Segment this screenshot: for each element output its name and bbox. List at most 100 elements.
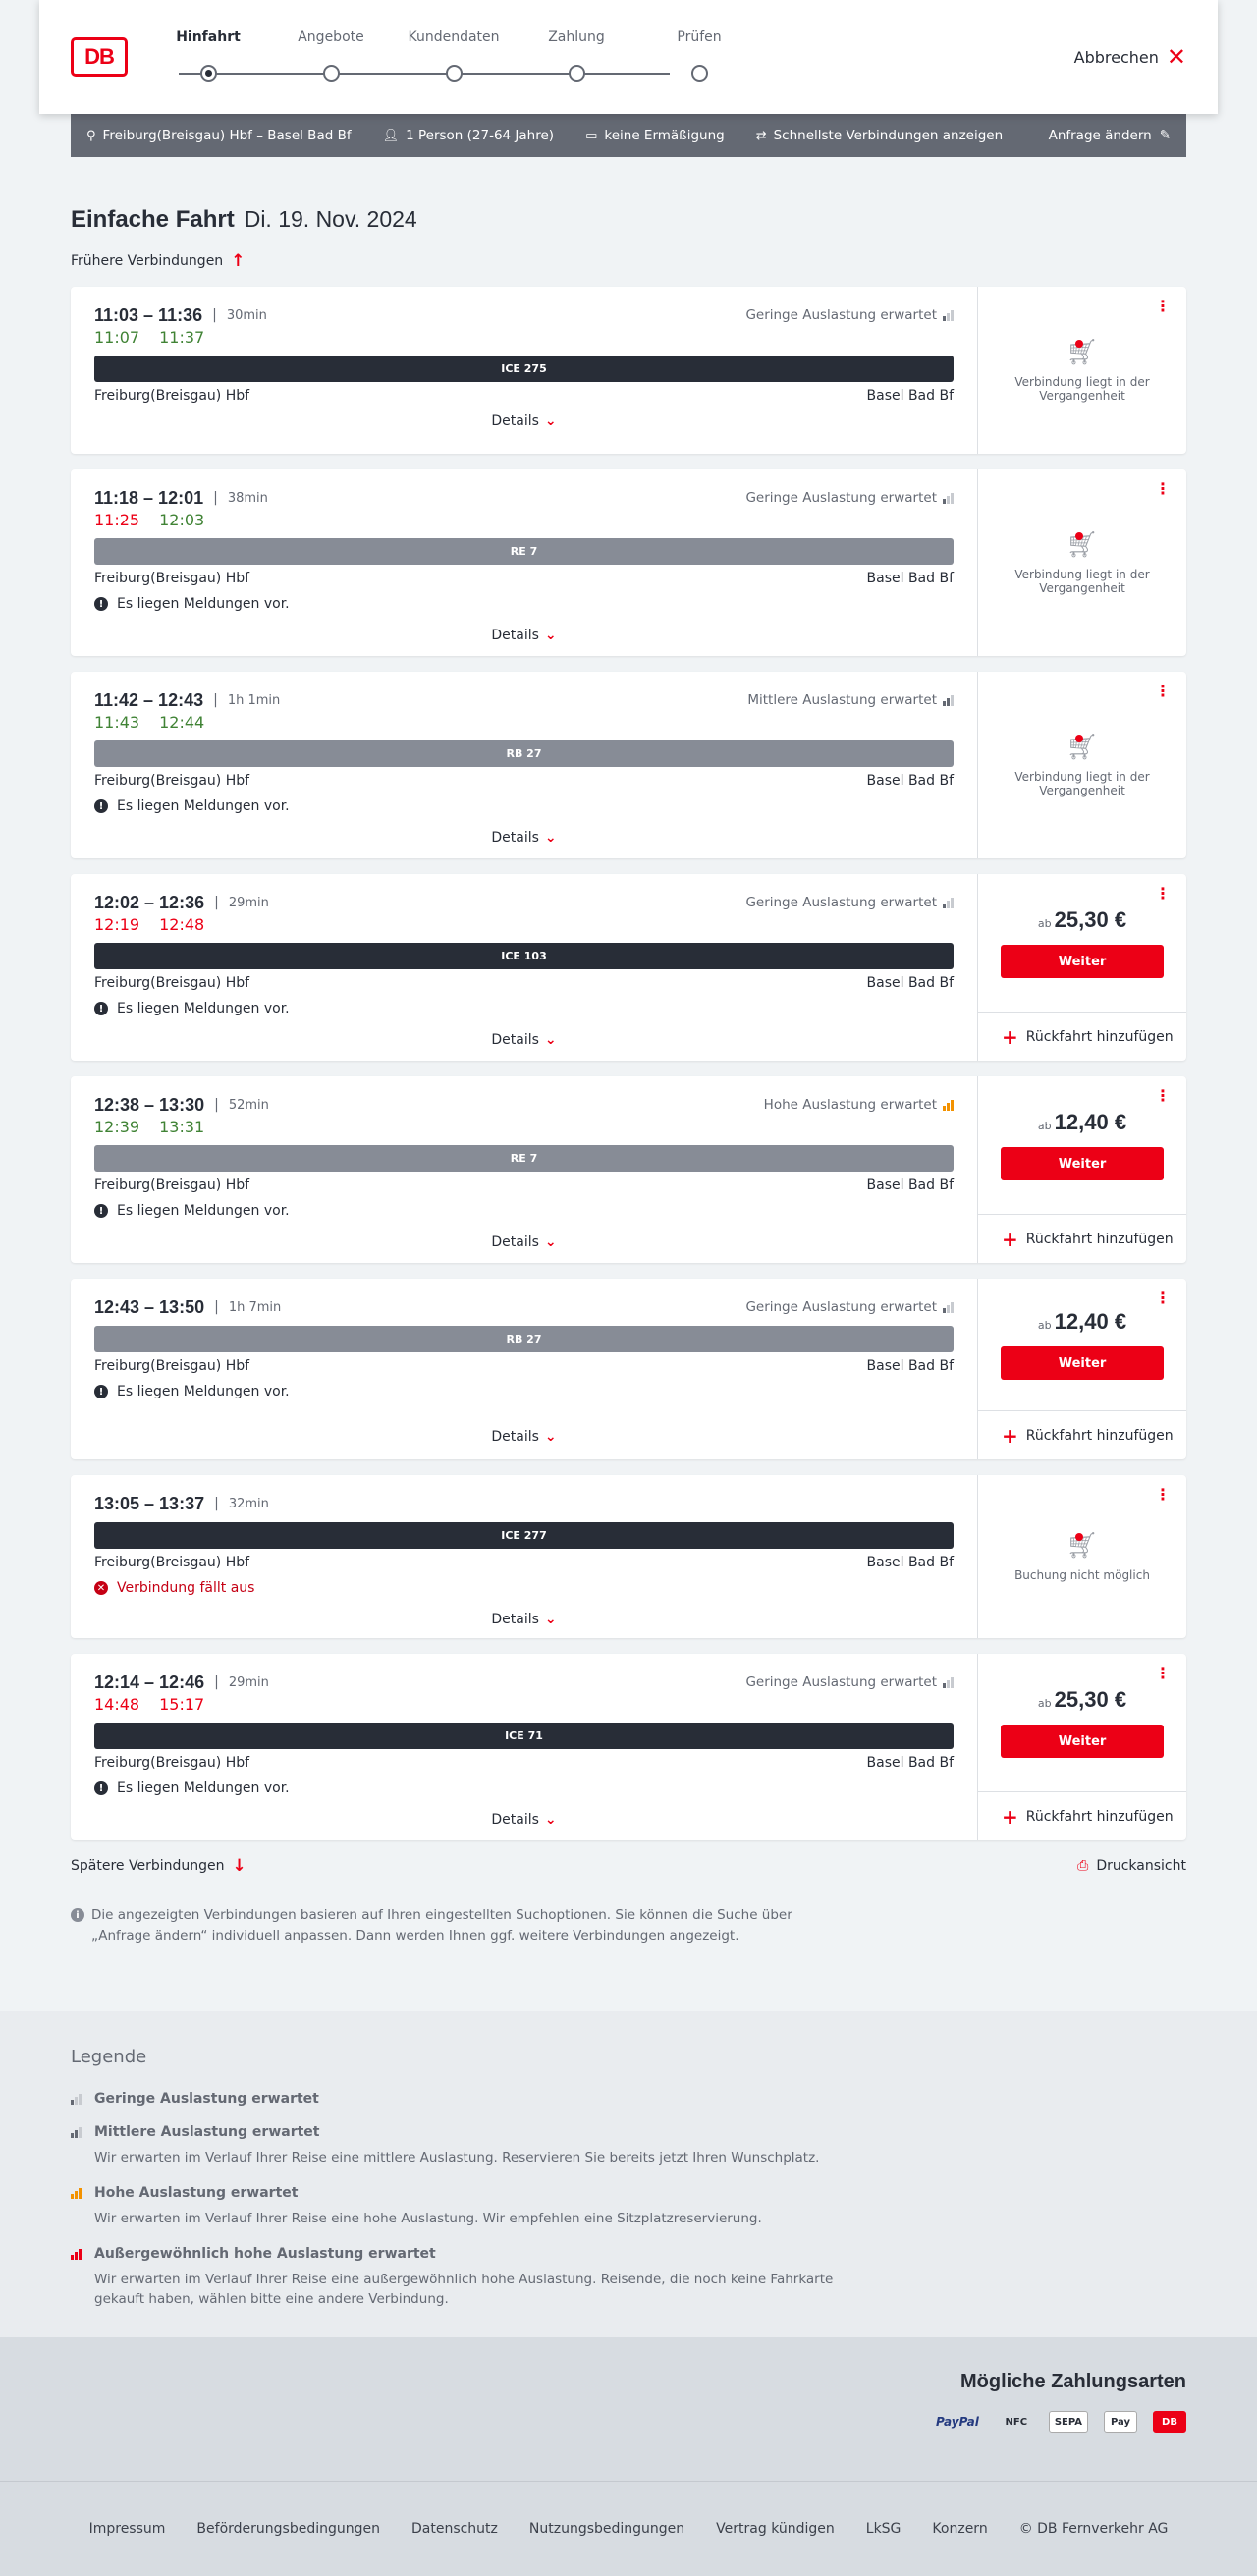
notice-message[interactable]: ! Es liegen Meldungen vor.	[94, 1203, 954, 1219]
more-options-icon[interactable]: ⋮	[1155, 1487, 1171, 1503]
more-options-icon[interactable]: ⋮	[1155, 886, 1171, 902]
notice-message[interactable]: ! Es liegen Meldungen vor.	[94, 596, 954, 612]
step-angebote[interactable]: Angebote	[282, 29, 380, 82]
footer-link-vertrag-kuendigen[interactable]: Vertrag kündigen	[716, 2521, 835, 2537]
train-bar[interactable]: ICE 275	[94, 356, 954, 382]
person-icon: 👤︎	[382, 128, 400, 143]
footer-link-nutzungsbedingungen[interactable]: Nutzungsbedingungen	[529, 2521, 684, 2537]
connection-side: ⋮ ab 12,40 € Weiter + Rückfahrt hinzufügen	[977, 1076, 1186, 1263]
more-options-icon[interactable]: ⋮	[1155, 481, 1171, 497]
continue-button[interactable]: Weiter	[1001, 1346, 1164, 1380]
print-icon: ⎙	[1077, 1858, 1089, 1874]
price-prefix: ab	[1037, 1697, 1052, 1710]
legend-item-name: Geringe Auslastung erwartet	[71, 2091, 1186, 2107]
notice-message[interactable]: ! Es liegen Meldungen vor.	[94, 1781, 954, 1796]
connection-card: 11:18 – 12:01 | 38min Geringe Auslastung er…	[71, 469, 1186, 656]
summary-fastest-text: Schnellste Verbindungen anzeigen	[773, 128, 1004, 143]
edit-request-button[interactable]: Anfrage ändern ✎	[1049, 128, 1171, 143]
footer-link-konzern[interactable]: Konzern	[932, 2521, 987, 2537]
add-return-trip-button[interactable]: + Rückfahrt hinzufügen	[978, 1214, 1186, 1263]
train-bar[interactable]: ICE 71	[94, 1723, 954, 1749]
connection-header: 11:03 – 11:36 | 30min Geringe Auslastung er…	[94, 302, 954, 328]
occupancy-bar	[75, 2096, 78, 2105]
nfc-icon: NFC	[1005, 2416, 1028, 2428]
chevron-down-icon: ⌄	[544, 1612, 557, 1627]
print-view-link[interactable]: ⎙ Druckansicht	[1077, 1858, 1186, 1874]
db-logo[interactable]: DB	[71, 37, 128, 77]
origin-station: Freiburg(Breisgau) Hbf	[94, 1555, 250, 1570]
train-bar[interactable]: RE 7	[94, 538, 954, 565]
train-bar[interactable]: RB 27	[94, 1326, 954, 1352]
connection-list: 11:03 – 11:36 | 30min Geringe Auslastung er…	[71, 287, 1186, 1840]
more-options-icon[interactable]: ⋮	[1155, 299, 1171, 314]
notice-message[interactable]: ! Es liegen Meldungen vor.	[94, 1001, 954, 1016]
add-return-trip-button[interactable]: + Rückfahrt hinzufügen	[978, 1012, 1186, 1061]
occupancy-icon	[71, 2093, 86, 2105]
occupancy-icon	[71, 2248, 86, 2260]
details-toggle[interactable]: Details ⌄	[94, 1234, 954, 1250]
train-bar[interactable]: RE 7	[94, 1145, 954, 1172]
occupancy-bar	[947, 312, 950, 321]
details-toggle[interactable]: Details ⌄	[94, 1032, 954, 1048]
price-value: 12,40 €	[1054, 1110, 1127, 1134]
earlier-connections-link[interactable]: Frühere Verbindungen ↑	[71, 251, 1186, 271]
cancelled-message: ✕ Verbindung fällt aus	[94, 1580, 954, 1596]
plus-icon: +	[1002, 1227, 1018, 1251]
step-kundendaten[interactable]: Kundendaten	[405, 29, 503, 82]
unavailable-text: Verbindung liegt in der Vergangenheit	[1014, 375, 1150, 403]
alert-icon: !	[94, 1002, 108, 1015]
page: DB Hinfahrt Angebote Kundendaten Zahlung…	[0, 0, 1257, 2576]
connection-card: 13:05 – 13:37 | 32min ICE 277 Freiburg(Breis…	[71, 1475, 1186, 1638]
sepa-icon: SEPA	[1048, 2411, 1088, 2433]
details-toggle[interactable]: Details ⌄	[94, 1429, 954, 1445]
train-bar[interactable]: RB 27	[94, 740, 954, 767]
occupancy-bar	[951, 1676, 954, 1688]
occupancy-bar	[71, 2254, 74, 2260]
more-options-icon[interactable]: ⋮	[1155, 1088, 1171, 1104]
continue-button[interactable]: Weiter	[1001, 945, 1164, 978]
train-bar[interactable]: ICE 103	[94, 943, 954, 969]
notice-message[interactable]: ! Es liegen Meldungen vor.	[94, 798, 954, 814]
connection-main: 13:05 – 13:37 | 32min ICE 277 Freiburg(Breis…	[71, 1475, 977, 1638]
step-label: Hinfahrt	[176, 29, 241, 45]
details-toggle[interactable]: Details ⌄	[94, 1812, 954, 1828]
add-return-trip-button[interactable]: + Rückfahrt hinzufügen	[978, 1791, 1186, 1840]
footer-link-lksg[interactable]: LkSG	[866, 2521, 902, 2537]
details-toggle[interactable]: Details ⌄	[94, 628, 954, 643]
continue-button[interactable]: Weiter	[1001, 1725, 1164, 1758]
continue-button[interactable]: Weiter	[1001, 1147, 1164, 1180]
occupancy-bar	[79, 2187, 82, 2199]
add-return-trip-button[interactable]: + Rückfahrt hinzufügen	[978, 1410, 1186, 1459]
footer-link-befoerderungsbedingungen[interactable]: Beförderungsbedingungen	[196, 2521, 380, 2537]
cancel-button[interactable]: Abbrechen ✕	[1074, 45, 1186, 69]
step-zahlung[interactable]: Zahlung	[527, 29, 626, 82]
more-options-icon[interactable]: ⋮	[1155, 1666, 1171, 1681]
step-label: Prüfen	[677, 29, 722, 45]
footer-link-datenschutz[interactable]: Datenschutz	[411, 2521, 498, 2537]
plus-icon: +	[1002, 1024, 1018, 1049]
more-options-icon[interactable]: ⋮	[1155, 684, 1171, 699]
summary-persons: 👤︎ 1 Person (27-64 Jahre)	[383, 128, 554, 143]
details-label: Details	[491, 1812, 539, 1828]
edit-request-label: Anfrage ändern	[1048, 128, 1152, 143]
details-toggle[interactable]: Details ⌄	[94, 413, 954, 429]
notice-message[interactable]: ! Es liegen Meldungen vor.	[94, 1384, 954, 1399]
occupancy-info: Geringe Auslastung erwartet	[745, 1299, 954, 1315]
occupancy-bar	[71, 2099, 74, 2105]
later-connections-link[interactable]: Spätere Verbindungen ↓	[71, 1856, 246, 1876]
step-pruefen[interactable]: Prüfen	[650, 29, 748, 82]
earlier-label: Frühere Verbindungen	[71, 253, 224, 269]
notice-text: Es liegen Meldungen vor.	[117, 1001, 290, 1016]
train-bar[interactable]: ICE 277	[94, 1522, 954, 1549]
planned-times: 11:42 – 12:43	[94, 689, 204, 710]
realtime-times: 11:07 11:37	[94, 328, 954, 350]
details-toggle[interactable]: Details ⌄	[94, 830, 954, 846]
footer-link-impressum[interactable]: Impressum	[89, 2521, 166, 2537]
occupancy-icon	[71, 2187, 86, 2199]
details-toggle[interactable]: Details ⌄	[94, 1612, 954, 1627]
details-label: Details	[491, 628, 539, 643]
cart-badge	[1075, 532, 1084, 540]
cancel-circle-icon: ✕	[94, 1581, 108, 1595]
more-options-icon[interactable]: ⋮	[1155, 1290, 1171, 1306]
price-prefix: ab	[1037, 917, 1052, 930]
